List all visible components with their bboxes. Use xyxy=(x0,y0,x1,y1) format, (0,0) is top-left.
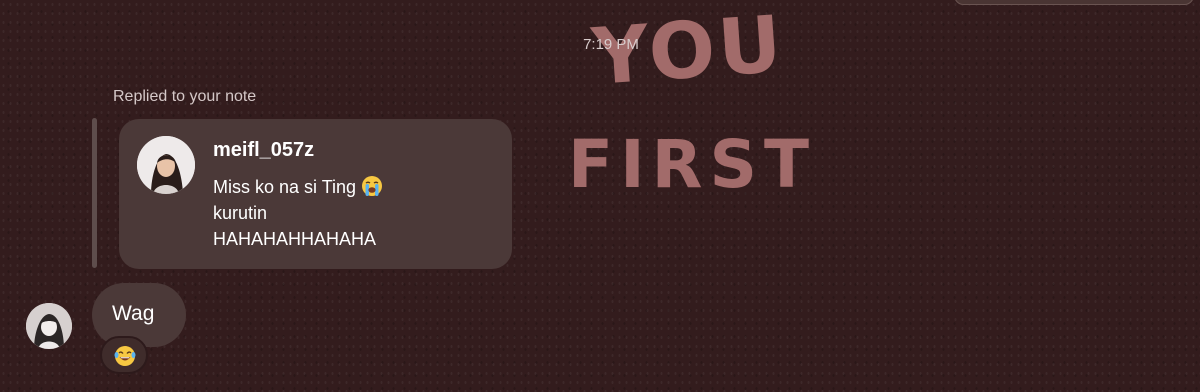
note-author-avatar[interactable] xyxy=(137,136,195,194)
note-text-line-2: kurutin xyxy=(213,203,268,223)
note-text: Miss ko na si Ting kurutin HAHAHAHHAHAHA xyxy=(213,174,493,252)
reply-context-label: Replied to your note xyxy=(113,88,257,105)
face-with-tears-of-joy-icon xyxy=(114,346,136,366)
background-artwork: YOU FIRST xyxy=(568,0,816,200)
note-text-line-3: HAHAHAHHAHAHA xyxy=(213,229,377,249)
top-overlay-pill[interactable] xyxy=(954,0,1194,5)
replied-note-card[interactable]: meifl_057z Miss ko na si Ting kurutin HA… xyxy=(119,119,512,269)
reply-indicator-bar xyxy=(92,118,97,268)
artwork-line-2: FIRST xyxy=(568,126,816,200)
message-bubble[interactable]: Wag xyxy=(92,283,186,347)
note-text-line-1: Miss ko na si Ting xyxy=(213,177,357,197)
message-reaction[interactable] xyxy=(100,336,148,374)
message-text: Wag xyxy=(112,302,155,325)
loudly-crying-face-icon xyxy=(362,176,383,196)
note-author-username[interactable]: meifl_057z xyxy=(213,139,314,162)
message-timestamp: 7:19 PM xyxy=(583,36,639,53)
sender-avatar[interactable] xyxy=(26,303,72,349)
